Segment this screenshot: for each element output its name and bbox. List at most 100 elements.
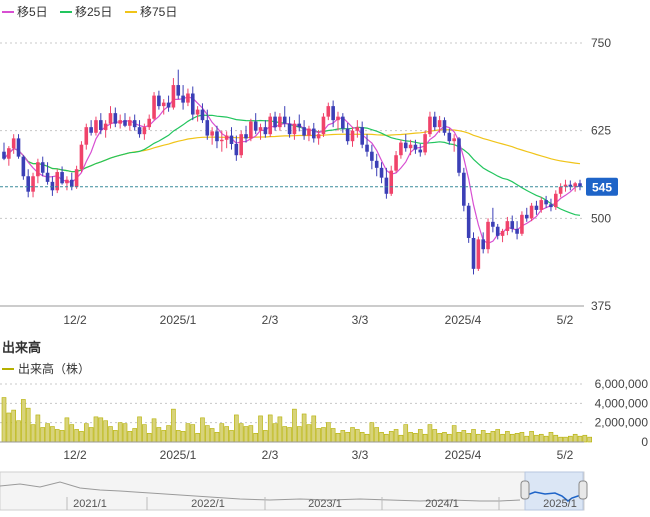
volume-bar [113,430,118,443]
candle-body [195,109,200,115]
volume-bar [495,429,501,443]
volume-bar [301,413,307,443]
candle-body [234,143,239,156]
volume-bar [282,426,288,443]
candle-body [403,142,408,149]
candle-body [2,151,6,159]
candle-body [413,144,418,150]
volume-bar [505,431,510,443]
moving-average-lines [3,96,581,245]
candle-body [258,127,263,131]
volume-legend: 出来高（株） [2,361,90,376]
volume-axis: 6,000,000 4,000,000 2,000,000 0 [595,377,649,449]
navigator-left-handle[interactable] [520,480,530,500]
candle-body [292,123,297,135]
candle-body [578,183,582,187]
candle-body [253,121,258,131]
volume-bar [432,429,438,443]
volume-bar [103,420,108,443]
candle-body [529,205,534,219]
candle-body [152,95,156,119]
volume-bar [171,408,176,443]
volume-bar [417,429,423,443]
candle-body [142,127,147,135]
volume-bar [558,436,563,443]
navigator-right-handle[interactable] [578,480,588,500]
candle-body [432,116,437,128]
volume-bar [500,433,505,443]
candle-body [123,120,127,126]
candle-body [544,200,548,205]
volume-bar [50,426,55,443]
volume-bar [137,416,142,443]
ma25-legend-label: 移25日 [75,5,112,19]
volume-bar [79,431,84,443]
candle-body [350,130,355,142]
volume-bar [543,435,549,443]
volume-bar [321,427,326,443]
volume-bar [364,433,370,443]
volume-bar [45,423,50,443]
range-navigator[interactable]: 2021/1 2022/1 2023/1 2024/1 2025/1 [0,471,588,511]
volume-bar [393,429,399,443]
volume-tick-label: 4,000,000 [595,396,649,410]
candle-body [186,93,190,103]
candle-body [447,132,452,142]
x-axis-labels: 12/2 2025/1 2/3 3/3 2025/4 5/2 [63,313,573,327]
volume-bar [461,430,467,443]
candle-body [345,128,350,142]
candle-body [128,120,132,126]
candle-body [99,120,103,130]
volume-bar [456,432,462,443]
candle-body [549,204,553,208]
candle-body [287,123,292,135]
candle-body [452,138,456,142]
volume-bar [142,424,147,443]
candle-body [316,134,321,139]
candle-body [302,127,306,136]
volume-bar [408,432,413,443]
volume-bar [117,422,123,443]
volume-x-tick-label: 12/2 [63,448,87,462]
volume-bar [568,435,573,443]
volume-bar [146,432,152,443]
volume-bar [195,432,200,443]
candle-body [176,85,181,96]
candle-body [36,162,40,177]
candle-body [505,221,510,231]
candle-body [495,226,500,236]
candle-body [16,138,21,157]
x-tick-label: 2025/4 [445,313,482,327]
candle-body [31,176,35,192]
candle-body [278,116,282,128]
candle-body [466,205,471,238]
volume-bar [234,414,239,443]
candle-body [553,193,558,208]
volume-bar [11,409,16,443]
ma5-line [3,96,581,245]
candle-body [423,134,427,153]
candle-body [524,214,529,219]
candle-body [534,205,539,210]
volume-bars [1,397,592,443]
volume-bar [243,426,249,443]
volume-bar [6,412,12,443]
candle-body [321,116,326,135]
volume-bar [350,427,355,443]
volume-x-axis-labels: 12/2 2025/1 2/3 3/3 2025/4 5/2 [63,448,573,462]
navigator-year-label: 2025/1 [543,498,577,510]
candle-body [108,113,113,124]
volume-bar [316,428,321,443]
candle-body [437,120,442,128]
volume-bar [190,424,196,443]
volume-bar [263,430,268,443]
volume-bar [398,434,404,443]
volume-bar [427,424,433,443]
candle-body [326,106,331,117]
volume-bar [1,397,7,443]
candle-body [307,128,311,136]
volume-bar [156,427,162,443]
candle-body [384,177,389,194]
volume-bar [538,433,544,443]
volume-bar [132,428,137,443]
